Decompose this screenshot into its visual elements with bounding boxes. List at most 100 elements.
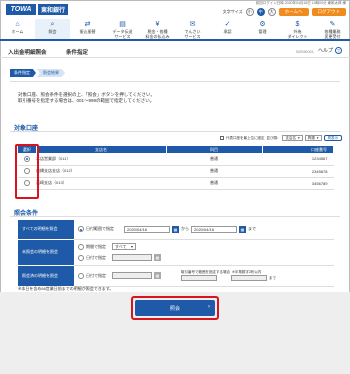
login-meta: 前回ログイン日時 2020年04月16日 10時00分 東和太郎 様 <box>255 1 346 5</box>
date-from-input[interactable]: 2020/04/16 <box>124 225 170 233</box>
nav-item-7[interactable]: ⚙ 管理 <box>245 19 280 39</box>
logo-bank-name: 東和銀行 <box>38 4 69 15</box>
approve-icon: ✓ <box>224 21 231 28</box>
screen-code: BZMK001 <box>296 49 314 54</box>
account-row[interactable]: 高崎支店（013） 普通 3456789 <box>18 177 334 190</box>
help-link[interactable]: ヘルプ ? <box>318 47 342 54</box>
cond-label-all: すべての明細を照会 <box>18 220 74 240</box>
ref-range-label: 取引番号で範囲を指定する場合 <box>181 270 230 274</box>
home-icon: ⌂ <box>15 21 20 28</box>
sort-order-select[interactable]: 昇順 ▾ <box>304 135 322 141</box>
divider <box>10 81 340 82</box>
ref-suffix: まで <box>269 276 276 280</box>
sort-order-value: 昇順 <box>307 135 315 140</box>
chevron-down-icon: ▾ <box>297 136 300 140</box>
account-row[interactable]: 本店営業部（011） 普通 1234567 <box>18 153 334 166</box>
nav-label: 外為 ダイレクト <box>287 29 308 39</box>
sort-key-select[interactable]: 支店名 ▾ <box>282 135 303 141</box>
transfer-icon: ⇄ <box>84 21 91 28</box>
forex-icon: $ <box>295 21 300 28</box>
gear-icon: ⚙ <box>259 21 266 28</box>
account-type: 普通 <box>166 153 262 166</box>
select-column-highlight <box>15 144 39 199</box>
account-toolbar: 代表口座を最上位に固定 並び順： 支店名 ▾ 昇順 ▾ 再表示 <box>219 135 342 141</box>
ref-to-input[interactable] <box>231 275 267 281</box>
font-size-medium-button[interactable]: 中 <box>256 8 265 16</box>
account-number: 3456789 <box>262 177 334 190</box>
nav-item-9[interactable]: ✎ 各種業務 変更受付 <box>315 19 350 39</box>
step-result: 照会結果 <box>37 69 65 77</box>
redisplay-button[interactable]: 再表示 <box>323 135 342 141</box>
nav-label: 管理 <box>258 29 267 34</box>
ref-range-hint: ※半角数字3桁以内 <box>232 270 262 274</box>
radio-period[interactable] <box>78 243 84 250</box>
period-value: すべて <box>115 243 127 249</box>
instructions: 対象口座、照会条件を選択の上、「照会」ボタンを押してください。 取引番号を指定す… <box>18 92 155 104</box>
font-size-large-button[interactable]: 大 <box>267 8 276 16</box>
calendar-icon[interactable]: ▦ <box>239 225 246 233</box>
calendar-icon[interactable]: ▦ <box>154 254 161 261</box>
chevron-down-icon: ▾ <box>316 136 319 140</box>
nav-label: ホーム <box>11 29 24 34</box>
page-title: 入出金明細照会 <box>8 50 47 56</box>
account-type: 普通 <box>166 165 262 178</box>
divider <box>10 131 340 132</box>
title-bar: 入出金明細照会 条件指定 BZMK001 ヘルプ ? <box>0 44 350 58</box>
tax-icon: ¥ <box>155 21 160 28</box>
cond-label-read: 照会済の明細を照会 <box>18 265 74 287</box>
chevron-down-icon: ▾ <box>130 244 133 249</box>
col-branch: 支店名 <box>36 146 167 153</box>
bank-logo[interactable]: TOWA 東和銀行 <box>6 4 69 15</box>
logout-button[interactable]: ログアウト <box>311 8 346 16</box>
read-date-label: 日付で指定 <box>86 272 106 278</box>
font-size-small-button[interactable]: 小 <box>245 8 254 16</box>
nav-label: 照会 <box>48 29 57 34</box>
nav-item-4[interactable]: ¥ 税金・各種 料金の払込み <box>140 19 175 39</box>
logo-text: TOWA <box>6 4 36 15</box>
nav-item-1[interactable]: ⌕ 照会 <box>35 19 70 39</box>
account-row[interactable]: 前橋支店支店（012） 普通 2345678 <box>18 165 334 178</box>
period-select[interactable]: すべて ▾ <box>112 243 136 250</box>
ref-from-input[interactable] <box>181 275 217 281</box>
account-number: 2345678 <box>262 165 334 178</box>
calendar-icon[interactable]: ▦ <box>172 225 179 233</box>
home-button[interactable]: ホームへ <box>278 8 309 16</box>
nav-item-5[interactable]: ✉ でんさい サービス <box>175 19 210 39</box>
radio-date[interactable] <box>78 254 84 261</box>
period-label: 期間で指定 <box>86 243 106 249</box>
nav-item-3[interactable]: ▤ データ伝送 サービス <box>105 19 140 39</box>
nav-item-0[interactable]: ⌂ ホーム <box>0 19 35 39</box>
step-condition: 条件指定 <box>10 69 36 77</box>
help-icon: ? <box>335 47 342 54</box>
global-nav: ⌂ ホーム ⌕ 照会 ⇄ 振込振替 ▤ データ伝送 サービス ¥ 税金・各種 料金の払込み ✉ でんさ… <box>0 19 350 41</box>
accounts-table: 選択 支店名 科目 口座番号 本店営業部（011） 普通 1234567 前橋支店支店… <box>18 146 334 190</box>
submit-label: 照会 <box>169 305 180 312</box>
nav-label: 税金・各種 料金の払込み <box>145 29 170 39</box>
sort-key-value: 支店名 <box>285 135 296 140</box>
read-date-input[interactable] <box>112 272 152 279</box>
change-icon: ✎ <box>329 21 336 28</box>
radio-read-date[interactable] <box>78 272 84 279</box>
fix-rep-checkbox[interactable] <box>219 136 224 140</box>
date-range-label: 日付範囲で指定 <box>86 226 114 232</box>
nav-item-8[interactable]: $ 外為 ダイレクト <box>280 19 315 39</box>
nav-item-2[interactable]: ⇄ 振込振替 <box>70 19 105 39</box>
radio-date-range[interactable] <box>78 226 84 233</box>
range-sep: から <box>181 226 189 232</box>
date-to-input[interactable]: 2020/04/16 <box>191 225 237 233</box>
help-label: ヘルプ <box>317 48 333 54</box>
nav-item-6[interactable]: ✓ 承認 <box>210 19 245 39</box>
chevron-right-icon: › <box>208 304 210 310</box>
account-number: 1234567 <box>262 153 334 166</box>
calendar-icon[interactable]: ▦ <box>154 272 161 279</box>
font-size-label: 文字サイズ <box>222 9 243 14</box>
range-suffix: まで <box>248 226 256 232</box>
submit-button[interactable]: 照会 › <box>135 300 215 316</box>
nav-label: 承認 <box>223 29 232 34</box>
account-branch: 高崎支店（013） <box>36 177 166 190</box>
date-input-disabled[interactable] <box>112 254 152 261</box>
nav-label: データ伝送 サービス <box>112 29 133 39</box>
date-label: 日付で指定 <box>86 254 106 260</box>
col-type: 科目 <box>166 146 263 153</box>
data-icon: ▤ <box>119 21 126 28</box>
